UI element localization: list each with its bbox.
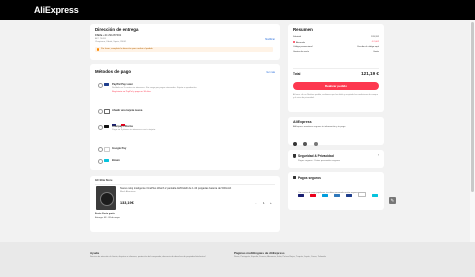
footer-help-text[interactable]: Servicio de atención al cliente, disputa… bbox=[90, 256, 220, 259]
aliexpress-info-text: AliExpress mantiene seguros tu informaci… bbox=[293, 126, 346, 128]
saved-dot-icon bbox=[293, 41, 295, 43]
shipping-info: Envío: Envío gratis bbox=[95, 213, 115, 215]
quantity-value[interactable]: 1 bbox=[263, 201, 265, 205]
product-price: 133,19€ bbox=[120, 201, 134, 205]
security-title: Seguridad & Privacidad bbox=[298, 153, 334, 158]
afterpay-icon bbox=[104, 125, 109, 129]
address-title: Dirección de entrega bbox=[95, 27, 139, 32]
payment-title: Métodos de pago bbox=[95, 69, 132, 74]
delivery-info: Entrega: 08 - 09 de mayo bbox=[95, 216, 120, 219]
scrollbar-thumb[interactable] bbox=[471, 22, 474, 192]
summary-label-promo: Código promocional bbox=[293, 46, 313, 48]
watch-face bbox=[100, 192, 114, 206]
badge-1-icon bbox=[293, 142, 297, 146]
total-value: 121,19 € bbox=[361, 71, 379, 76]
place-order-button[interactable]: Realizar pedido bbox=[293, 82, 379, 90]
warning-text: Por favor, completa la dirección para re… bbox=[101, 48, 153, 51]
product-variant: Black Aluminum bbox=[120, 191, 136, 193]
payment-name-bizum: Bizum bbox=[112, 159, 120, 162]
summary-label-subtotal: Subtotal bbox=[293, 36, 302, 38]
google-pay-icon bbox=[104, 147, 110, 152]
payment-detail-paypal-later: Divídelo en 3 cuotas sin intereses. Sin … bbox=[112, 87, 197, 89]
store-card: GC Elite Store Nuevo reloj inteligente O… bbox=[90, 176, 280, 232]
paypal-icon bbox=[104, 83, 109, 87]
payment-radio-afterpay[interactable] bbox=[98, 125, 103, 130]
decrease-quantity-button[interactable]: − bbox=[255, 201, 257, 205]
payment-more-link[interactable]: Ver más bbox=[266, 71, 275, 74]
summary-value-shipping: Gratis bbox=[373, 51, 379, 53]
payment-radio-paypal-later[interactable] bbox=[98, 83, 103, 88]
badge-2-icon bbox=[303, 142, 308, 146]
payment-name-new-card: Añadir una tarjeta nueva bbox=[112, 109, 143, 112]
product-image[interactable] bbox=[96, 186, 116, 210]
secure-payments-text: Con socios de pago populares, tus datos … bbox=[298, 192, 359, 194]
footer-languages-title: Páginas multilingües de AliExpress bbox=[234, 251, 285, 255]
summary-value-saved: -12,00€ bbox=[371, 41, 379, 43]
security-card: Seguridad & Privacidad › Pagos seguros ·… bbox=[288, 150, 384, 168]
payment-name-afterpay: Afterpay / Klarna bbox=[112, 125, 133, 128]
product-title[interactable]: Nuevo reloj inteligente OnePlus Watch 2 … bbox=[120, 187, 231, 190]
lock-icon bbox=[293, 176, 296, 179]
address-line-2: Chapinero, Ubaté, Spain, 28001 bbox=[95, 41, 127, 43]
address-line: Chirle +34 291287932 bbox=[95, 34, 121, 37]
security-text: Pagos seguros · Datos personales seguros bbox=[298, 159, 340, 162]
aliexpress-logo[interactable]: AliExpress bbox=[34, 5, 79, 15]
secure-payments-card: Pagos seguros Con socios de pago popular… bbox=[288, 172, 384, 210]
place-order-label: Realizar pedido bbox=[324, 84, 348, 89]
footer-help-title: Ayuda bbox=[90, 251, 100, 255]
store-name[interactable]: GC Elite Store bbox=[95, 179, 112, 182]
increase-quantity-button[interactable]: + bbox=[270, 201, 272, 205]
footer-languages-text[interactable]: Rusia, Portugués, España, Francia, Alema… bbox=[234, 256, 384, 259]
recipient-phone: +34 291287932 bbox=[103, 34, 122, 37]
address-line-1: ATC 76424 bbox=[95, 38, 106, 40]
total-label: Total bbox=[293, 72, 301, 76]
feedback-button[interactable]: ✎ bbox=[389, 197, 396, 204]
top-bar: AliExpress bbox=[0, 0, 475, 20]
summary-title: Resumen bbox=[293, 27, 313, 32]
payment-radio-new-card[interactable] bbox=[98, 109, 103, 114]
pencil-icon: ✎ bbox=[390, 197, 395, 203]
secure-payments-title: Pagos seguros bbox=[298, 175, 321, 180]
summary-label-shipping: Gastos de envío bbox=[293, 51, 309, 53]
address-card: Dirección de entrega Modificar Chirle +3… bbox=[90, 24, 280, 60]
chevron-right-icon[interactable]: › bbox=[378, 153, 379, 157]
edit-address-link[interactable]: Modificar bbox=[265, 38, 275, 41]
recipient-name: Chirle bbox=[95, 34, 103, 37]
shield-icon bbox=[293, 154, 296, 158]
summary-label-saved: Ahorrado bbox=[293, 41, 305, 44]
bizum-icon bbox=[104, 159, 109, 163]
summary-divider bbox=[293, 68, 379, 69]
aliexpress-info-title: AliExpress bbox=[293, 120, 312, 124]
payment-radio-google-pay[interactable] bbox=[98, 147, 103, 152]
footer: Ayuda Servicio de atención al cliente, d… bbox=[0, 242, 475, 277]
summary-card: Resumen Subtotal 133,19€ Ahorrado -12,00… bbox=[288, 24, 384, 112]
store-divider bbox=[95, 184, 275, 185]
badge-3-icon bbox=[313, 142, 318, 146]
payment-name-google-pay: Google Pay bbox=[112, 147, 127, 150]
card-icon bbox=[104, 109, 110, 114]
address-warning: Por favor, completa la dirección para re… bbox=[95, 47, 273, 52]
quantity-stepper[interactable]: − 1 + bbox=[255, 201, 275, 205]
promo-code-input[interactable]: Escribe el código aquí bbox=[357, 46, 379, 48]
payment-note-paypal-later: Regístrate en PayPal y paga en 30 días. bbox=[112, 90, 152, 93]
payment-detail-afterpay: Paga en 3 plazos sin intereses con tu ta… bbox=[112, 129, 156, 131]
payment-radio-bizum[interactable] bbox=[98, 159, 103, 164]
partner-badges bbox=[293, 133, 318, 151]
summary-value-subtotal: 133,19€ bbox=[371, 36, 379, 38]
warning-icon bbox=[96, 48, 99, 51]
legal-text: Al hacer clic en Realizar pedido, confir… bbox=[293, 94, 378, 99]
aliexpress-info-card: AliExpress AliExpress mantiene seguros t… bbox=[288, 117, 384, 146]
saved-label: Ahorrado bbox=[296, 42, 305, 44]
payment-name-paypal-later: PayPal Pay Later bbox=[112, 83, 133, 86]
payment-card: Métodos de pago Ver más PayPal Pay Later… bbox=[90, 64, 280, 170]
